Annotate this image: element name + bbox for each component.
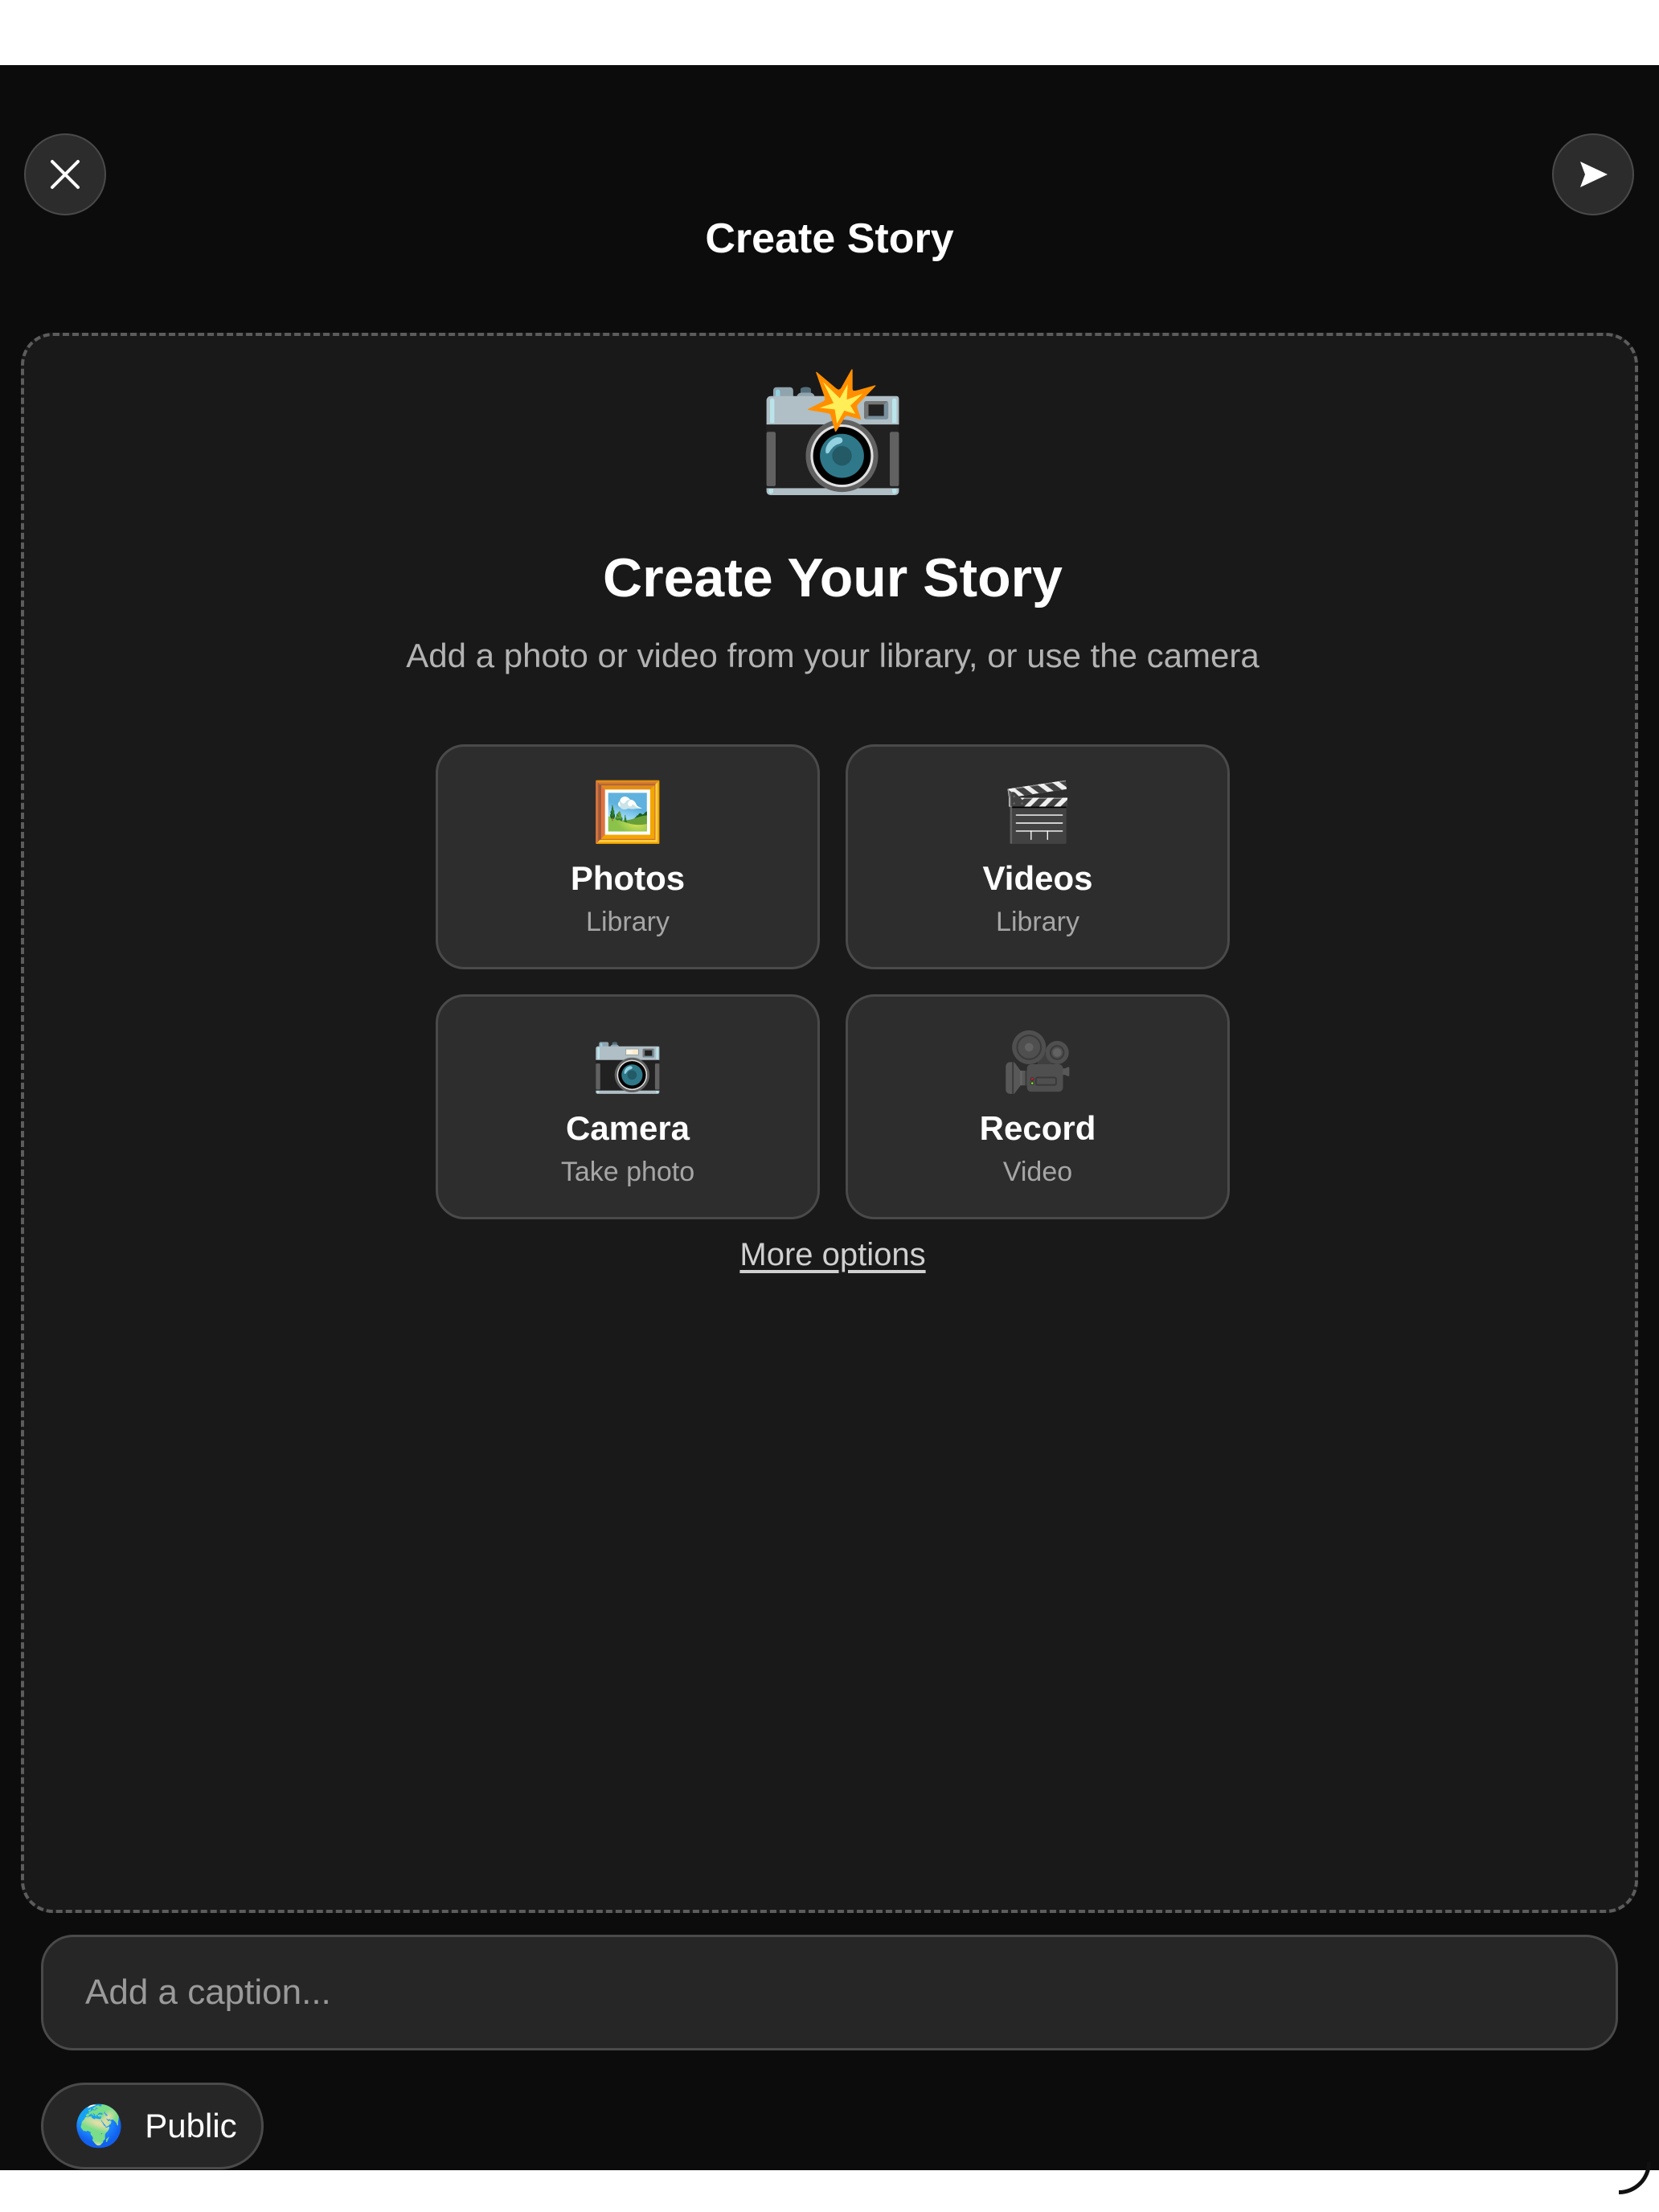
camera-icon: 📷 [592, 1030, 664, 1095]
option-sublabel: Library [586, 907, 670, 937]
hero-subtitle: Add a photo or video from your library, … [406, 637, 1260, 674]
status-bar-area [0, 0, 1659, 65]
option-sublabel: Library [996, 907, 1079, 937]
option-label: Camera [565, 1109, 690, 1147]
hero-title: Create Your Story [603, 547, 1063, 608]
option-label: Record [979, 1109, 1096, 1147]
send-arrow-icon [1580, 162, 1608, 187]
videos-library-button[interactable]: 🎬 Videos Library [846, 744, 1230, 969]
media-dropzone[interactable]: 📸 Create Your Story Add a photo or video… [21, 333, 1638, 1913]
privacy-selector-button[interactable]: 🌍 Public [41, 2083, 264, 2169]
option-label: Videos [982, 859, 1093, 897]
clapper-board-icon: 🎬 [1002, 780, 1074, 845]
caption-input[interactable] [41, 1935, 1618, 2050]
globe-icon: 🌍 [74, 2103, 125, 2149]
close-icon [51, 160, 80, 189]
option-sublabel: Video [1002, 1157, 1073, 1187]
close-button[interactable] [24, 133, 106, 215]
photos-library-button[interactable]: 🖼️ Photos Library [436, 744, 820, 969]
record-video-button[interactable]: 🎥 Record Video [846, 994, 1230, 1219]
send-button[interactable] [1552, 133, 1634, 215]
more-options-container: More options [24, 1233, 1641, 1276]
camera-take-photo-button[interactable]: 📷 Camera Take photo [436, 994, 820, 1219]
resize-corner-icon [1619, 2162, 1651, 2194]
option-sublabel: Take photo [560, 1157, 695, 1187]
movie-camera-icon: 🎥 [1002, 1030, 1074, 1095]
camera-flash-icon: 📸 [757, 361, 908, 496]
framed-picture-icon: 🖼️ [592, 780, 664, 845]
page-title: Create Story [705, 215, 954, 262]
privacy-label: Public [145, 2107, 237, 2144]
more-options-link[interactable]: More options [739, 1237, 925, 1272]
home-indicator-area [0, 2162, 1659, 2212]
option-label: Photos [570, 859, 686, 897]
